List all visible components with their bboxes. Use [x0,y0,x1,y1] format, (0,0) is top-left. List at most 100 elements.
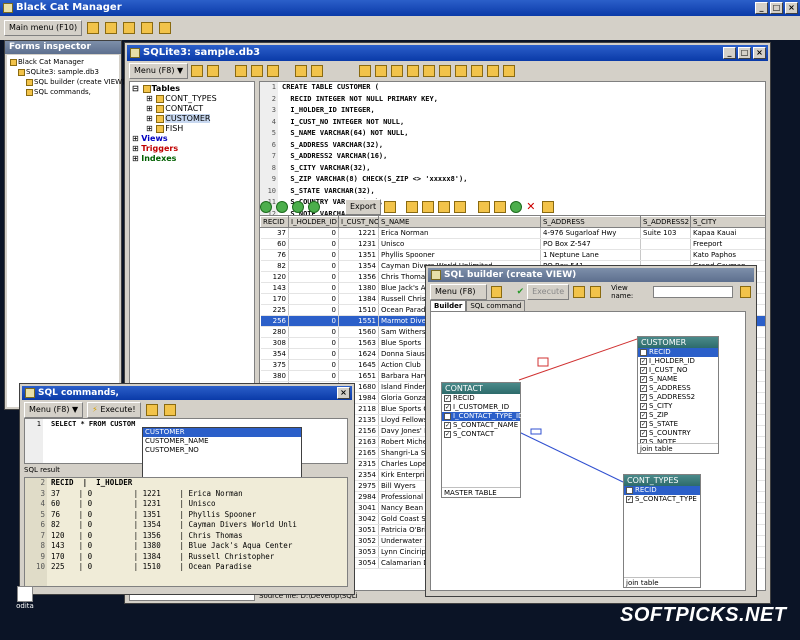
field-checkbox[interactable]: ✓ [640,429,647,437]
table-cell[interactable]: 0 [288,227,339,239]
table-cell[interactable]: 1231 [338,238,379,250]
result-row[interactable]: 143 | 0 | 1380 | Blue Jack's Aqua Center [51,541,347,552]
column-header[interactable]: I_CUST_NO [338,216,379,228]
table-cell[interactable]: Phyllis Spooner [378,249,541,261]
autocomplete-item[interactable]: CUSTOMER_NO [143,446,301,455]
code-line[interactable]: RECID INTEGER NOT NULL PRIMARY KEY, [282,94,765,106]
tree-indexes[interactable]: ⊞ Indexes [132,154,252,164]
field-checkbox[interactable]: ✓ [626,486,633,494]
table-cell[interactable]: Unisco [378,238,541,250]
customer-table-box[interactable]: CUSTOMER ✓ RECID ✓ I_HOLDER_ID ✓ I_CUST_NO ✓ S_… [637,336,719,454]
edit-icon[interactable] [494,201,507,213]
table-cell[interactable]: 0 [288,337,339,349]
tools-icon[interactable] [406,201,419,213]
table-cell[interactable]: 280 [260,326,289,338]
field-row[interactable]: ✓ I_CONTACT_TYPE_ID [442,412,523,421]
table-cell[interactable] [640,249,691,261]
table-cell[interactable]: 1356 [338,271,379,283]
main-menu-button[interactable]: Main menu (F10) [4,20,83,36]
table-icon[interactable] [487,65,500,77]
db-icon[interactable] [87,22,100,34]
table-cell[interactable]: 1351 [338,249,379,261]
field-row[interactable]: ✓ RECID [624,486,700,495]
column-header[interactable]: S_ADDRESS2 [640,216,691,228]
contact-table-box[interactable]: CONTACT ✓ RECID ✓ I_CUSTOMER_ID ✓ I_CONTACT_T… [441,382,523,498]
table-cell[interactable] [640,238,691,250]
code-line[interactable]: I_CUST_NO INTEGER NOT NULL, [282,117,765,129]
table-icon[interactable] [471,65,484,77]
sqlcmd-table-icon[interactable] [145,404,158,416]
forms-item-builder[interactable]: SQL builder (create VIEW) [9,77,125,87]
forms-item-main[interactable]: Black Cat Manager [9,57,117,67]
minimize-button[interactable]: _ [755,2,768,14]
table-icon[interactable] [407,65,420,77]
tree-table-item[interactable]: ⊞ CONTACT [132,104,252,114]
table-cell[interactable]: 37 [260,227,289,239]
field-checkbox[interactable]: ✓ [640,384,647,392]
first-icon[interactable] [260,201,272,213]
table-cell[interactable]: 0 [288,370,339,382]
table-cell[interactable]: Erica Norman [378,227,541,239]
field-row[interactable]: ✓ S_CONTACT [442,430,520,439]
field-checkbox[interactable]: ✓ [640,375,647,383]
forms-item-sqlite[interactable]: SQLite3: sample.db3 [9,67,117,77]
tree-table-item[interactable]: ⊞ CONT_TYPES [132,94,252,104]
builder-table-icon[interactable] [573,286,585,298]
field-row[interactable]: ✓ S_CONTACT_TYPE [624,495,700,504]
view-name-input[interactable] [652,286,733,298]
field-row[interactable]: ✓ I_CUSTOMER_ID [442,403,520,412]
builder-apply-icon[interactable] [739,286,752,298]
tools-icon[interactable] [438,201,451,213]
table-cell[interactable]: 0 [288,282,339,294]
maximize-button[interactable]: □ [770,2,783,14]
refresh-icon[interactable] [191,65,204,77]
table-icon[interactable] [375,65,388,77]
field-checkbox[interactable]: ✓ [640,411,647,419]
table-cell[interactable]: 0 [288,249,339,261]
tab-builder[interactable]: Builder [430,300,467,311]
builder-execute-button[interactable]: Execute [527,284,570,300]
flag-icon[interactable] [295,65,308,77]
field-row[interactable]: ✓ RECID [442,394,520,403]
table-cell[interactable]: 1221 [338,227,379,239]
column-header[interactable]: S_NAME [378,216,541,228]
field-checkbox[interactable]: ✓ [444,430,451,438]
field-row[interactable]: ✓ S_ADDRESS2 [638,393,718,402]
field-checkbox[interactable]: ✓ [444,412,451,420]
table-cell[interactable]: 375 [260,359,289,371]
table-cell[interactable]: Kato Paphos [690,249,765,261]
table-cell[interactable]: 1 Neptune Lane [540,249,641,261]
table-cell[interactable]: 0 [288,304,339,316]
table-cell[interactable]: PO Box Z-547 [540,238,641,250]
result-row[interactable]: 37 | 0 | 1221 | Erica Norman [51,489,347,500]
sql-icon[interactable] [311,65,324,77]
result-row[interactable]: 82 | 0 | 1354 | Cayman Divers World Unli [51,520,347,531]
check-icon[interactable]: ✔ [517,287,525,297]
field-row[interactable]: ✓ I_HOLDER_ID [638,357,718,366]
add-icon[interactable] [478,201,491,213]
tree-tables[interactable]: ⊟ Tables [132,84,252,94]
table-icon[interactable] [503,65,516,77]
result-row[interactable]: 60 | 0 | 1231 | Unisco [51,499,347,510]
column-header[interactable]: S_CITY [690,216,765,228]
columns-icon[interactable] [542,201,555,213]
field-checkbox[interactable]: ✓ [640,402,647,410]
field-checkbox[interactable]: ✓ [626,495,633,503]
cont-types-table-header[interactable]: CONT_TYPES [624,475,700,486]
tab-sql-command[interactable]: SQL command [466,300,526,311]
table-cell[interactable]: 82 [260,260,289,272]
table-icon[interactable] [423,65,436,77]
table-cell[interactable]: Suite 103 [640,227,691,239]
sqlite-menu-button[interactable]: Menu (F8) ▼ [129,63,189,79]
field-checkbox[interactable]: ✓ [640,348,647,356]
field-checkbox[interactable]: ✓ [640,420,647,428]
post-icon[interactable] [510,201,523,213]
field-row[interactable]: ✓ I_CUST_NO [638,366,718,375]
column-header[interactable]: S_ADDRESS [540,216,641,228]
tools-icon[interactable] [422,201,435,213]
result-row[interactable]: 225 | 0 | 1510 | Ocean Paradise [51,562,347,573]
tree-views[interactable]: ⊞ Views [132,134,252,144]
table-cell[interactable]: 1651 [338,370,379,382]
table-cell[interactable]: 1624 [338,348,379,360]
tools-icon[interactable] [123,22,136,34]
